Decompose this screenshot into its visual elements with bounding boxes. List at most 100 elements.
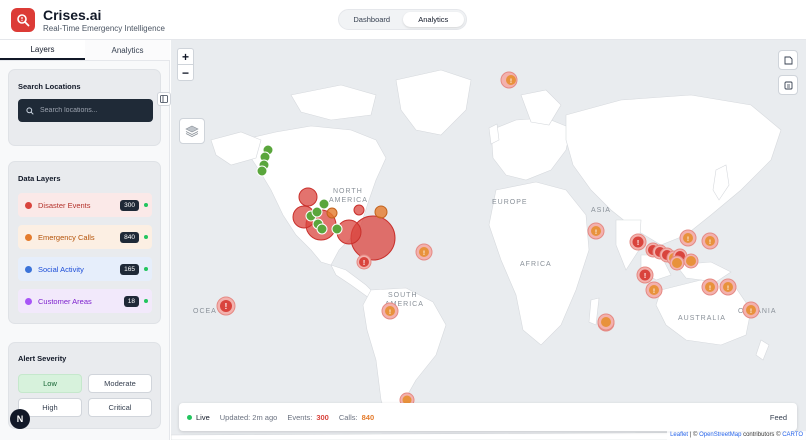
zoom-out-button[interactable]: − [178, 65, 193, 81]
emergency-call-marker[interactable] [374, 205, 388, 219]
app-subtitle: Real-Time Emergency Intelligence [43, 24, 165, 33]
call-marker[interactable]: ! [701, 232, 719, 250]
layer-switcher-button[interactable] [179, 118, 205, 144]
data-layers-card: Data Layers Disaster Events 300 Emergenc… [8, 161, 161, 324]
layer-color-dot [25, 265, 32, 273]
svg-text:!: ! [510, 79, 512, 85]
events-count: 300 [316, 412, 329, 422]
severity-critical-button[interactable]: Critical [88, 398, 152, 417]
svg-text:!: ! [637, 240, 639, 247]
alert-marker[interactable]: ! [356, 254, 372, 270]
updated-label: Updated: 2m ago [219, 412, 278, 422]
sidebar: Layers Analytics Search Locations Data L… [0, 40, 171, 440]
alert-cluster[interactable] [645, 242, 699, 271]
layer-color-dot [25, 233, 32, 241]
attribution-contributors: contributors © [741, 432, 783, 438]
layer-count-badge: 300 [120, 199, 139, 211]
svg-text:!: ! [423, 251, 425, 257]
call-marker[interactable]: ! [381, 302, 399, 320]
call-marker[interactable]: ! [719, 278, 737, 296]
panel-toggle-button[interactable] [778, 75, 798, 95]
disaster-area-marker[interactable] [353, 204, 365, 216]
call-marker[interactable]: ! [645, 281, 663, 299]
status-bar: Live Updated: 2m ago Events: 300 Calls: … [179, 403, 797, 431]
alert-marker[interactable]: ! [629, 233, 647, 251]
severity-low-button[interactable]: Low [18, 374, 82, 393]
alert-severity-title: Alert Severity [18, 354, 67, 363]
calls-label: Calls: [338, 412, 358, 422]
layer-label: Customer Areas [38, 296, 92, 306]
live-label: Live [196, 412, 210, 422]
sidebar-tab-layers[interactable]: Layers [0, 40, 85, 60]
panel-collapse-icon [160, 95, 168, 103]
svg-text:!: ! [750, 309, 752, 315]
document-icon [784, 56, 792, 64]
layer-active-indicator [144, 203, 148, 207]
svg-text:!: ! [595, 230, 597, 236]
layer-customer-areas[interactable]: Customer Areas 18 [18, 289, 152, 313]
search-card: Search Locations [8, 69, 161, 146]
severity-moderate-button[interactable]: Moderate [88, 374, 152, 393]
carto-link[interactable]: CARTO [782, 432, 803, 438]
alert-marker[interactable]: ! [636, 266, 654, 284]
layer-label: Disaster Events [38, 200, 91, 210]
svg-text:!: ! [709, 240, 711, 246]
zoom-in-button[interactable]: + [178, 49, 193, 65]
live-indicator-dot [187, 414, 192, 420]
sidebar-tab-analytics[interactable]: Analytics [85, 40, 170, 60]
layer-color-dot [25, 201, 32, 209]
world-map[interactable]: NORTH AMERICA EUROPE ASIA AFRICA SOUTH A… [171, 40, 806, 440]
markers-layer: ! ! ! ! ! ! ! ! ! ! ! ! ! ! ! [216, 71, 760, 408]
app-logo [11, 8, 35, 32]
osm-link[interactable]: OpenStreetMap [699, 432, 741, 438]
social-activity-marker[interactable] [256, 144, 274, 177]
call-marker[interactable] [597, 313, 615, 331]
layer-active-indicator [144, 299, 148, 303]
svg-text:!: ! [644, 273, 646, 280]
top-navigation: Dashboard Analytics [338, 9, 467, 30]
search-input[interactable] [40, 107, 150, 114]
call-marker[interactable]: ! [415, 243, 433, 261]
svg-text:!: ! [389, 310, 391, 316]
layer-active-indicator [144, 267, 148, 271]
zoom-controls: + − [177, 48, 194, 81]
layer-count-badge: 18 [123, 295, 139, 307]
app-header: Crises.ai Real-Time Emergency Intelligen… [0, 0, 806, 40]
call-marker[interactable]: ! [701, 278, 719, 296]
disaster-area-marker[interactable] [298, 187, 318, 207]
map-attribution: Leaflet | © OpenStreetMap contributors ©… [667, 431, 806, 440]
svg-text:!: ! [363, 260, 365, 267]
leaflet-link[interactable]: Leaflet [670, 432, 688, 438]
search-alert-icon [17, 14, 30, 27]
sidebar-tabs: Layers Analytics [0, 40, 170, 61]
search-box [18, 99, 153, 122]
collapse-sidebar-button[interactable] [157, 92, 171, 106]
layer-social-activity[interactable]: Social Activity 165 [18, 257, 152, 281]
tab-dashboard[interactable]: Dashboard [341, 12, 403, 27]
app-root: Crises.ai Real-Time Emergency Intelligen… [0, 0, 806, 440]
layer-label: Emergency Calls [38, 232, 95, 242]
tab-analytics[interactable]: Analytics [402, 12, 464, 27]
call-marker[interactable]: ! [500, 71, 518, 89]
events-label: Events: [287, 412, 313, 422]
layers-icon [185, 125, 199, 137]
svg-text:!: ! [727, 286, 729, 292]
app-title: Crises.ai [43, 7, 102, 23]
call-marker[interactable]: ! [742, 301, 760, 319]
emergency-call-marker[interactable] [326, 207, 338, 219]
svg-text:!: ! [709, 286, 711, 292]
layer-disaster-events[interactable]: Disaster Events 300 [18, 193, 152, 217]
fullscreen-button[interactable] [778, 50, 798, 70]
alert-marker[interactable]: ! [216, 296, 236, 316]
feed-button[interactable]: Feed [770, 413, 787, 422]
layer-count-badge: 165 [120, 263, 139, 275]
search-card-title: Search Locations [18, 82, 81, 91]
layer-count-badge: 840 [120, 231, 139, 243]
call-marker[interactable]: ! [587, 222, 605, 240]
layer-emergency-calls[interactable]: Emergency Calls 840 [18, 225, 152, 249]
call-marker[interactable]: ! [679, 229, 697, 247]
layer-color-dot [25, 297, 32, 305]
layer-label: Social Activity [38, 264, 84, 274]
n-badge[interactable]: N [10, 409, 30, 429]
calls-count: 840 [361, 412, 375, 422]
